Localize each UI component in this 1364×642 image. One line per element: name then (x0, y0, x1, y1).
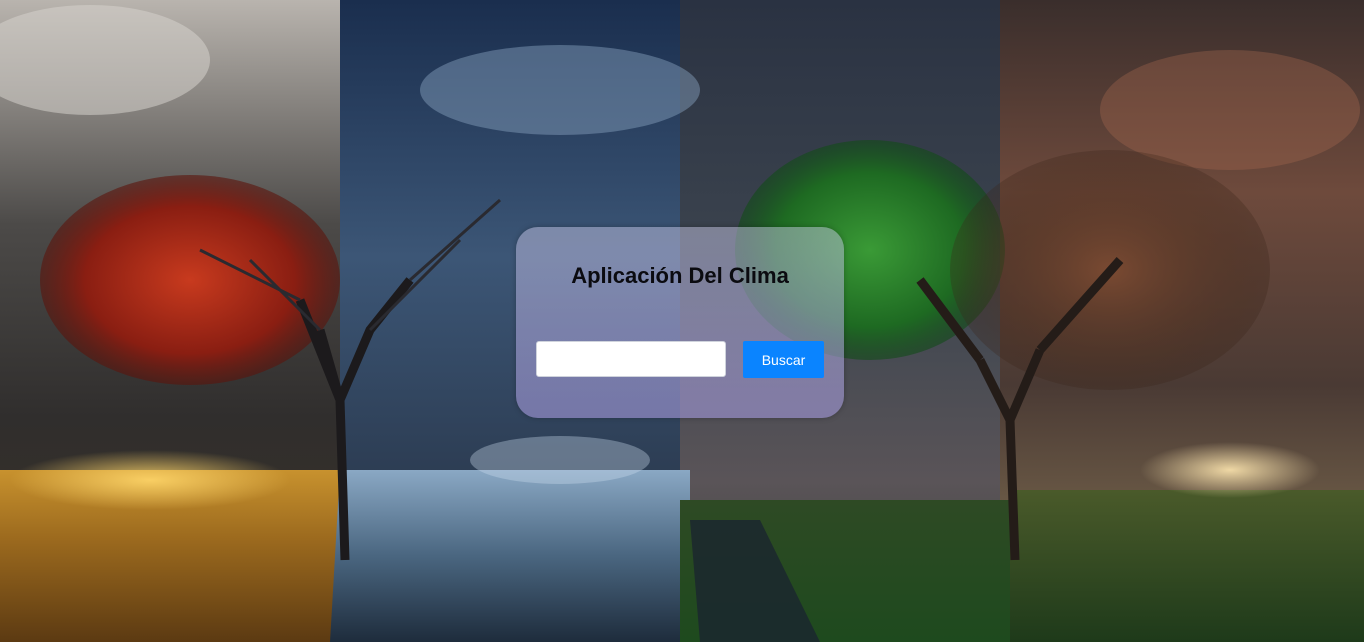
weather-app-page: Aplicación Del Clima Buscar (0, 0, 1364, 642)
weather-search-card: Aplicación Del Clima Buscar (516, 227, 844, 418)
app-title: Aplicación Del Clima (571, 263, 789, 288)
city-search-input[interactable] (536, 341, 726, 377)
search-button[interactable]: Buscar (743, 341, 824, 378)
